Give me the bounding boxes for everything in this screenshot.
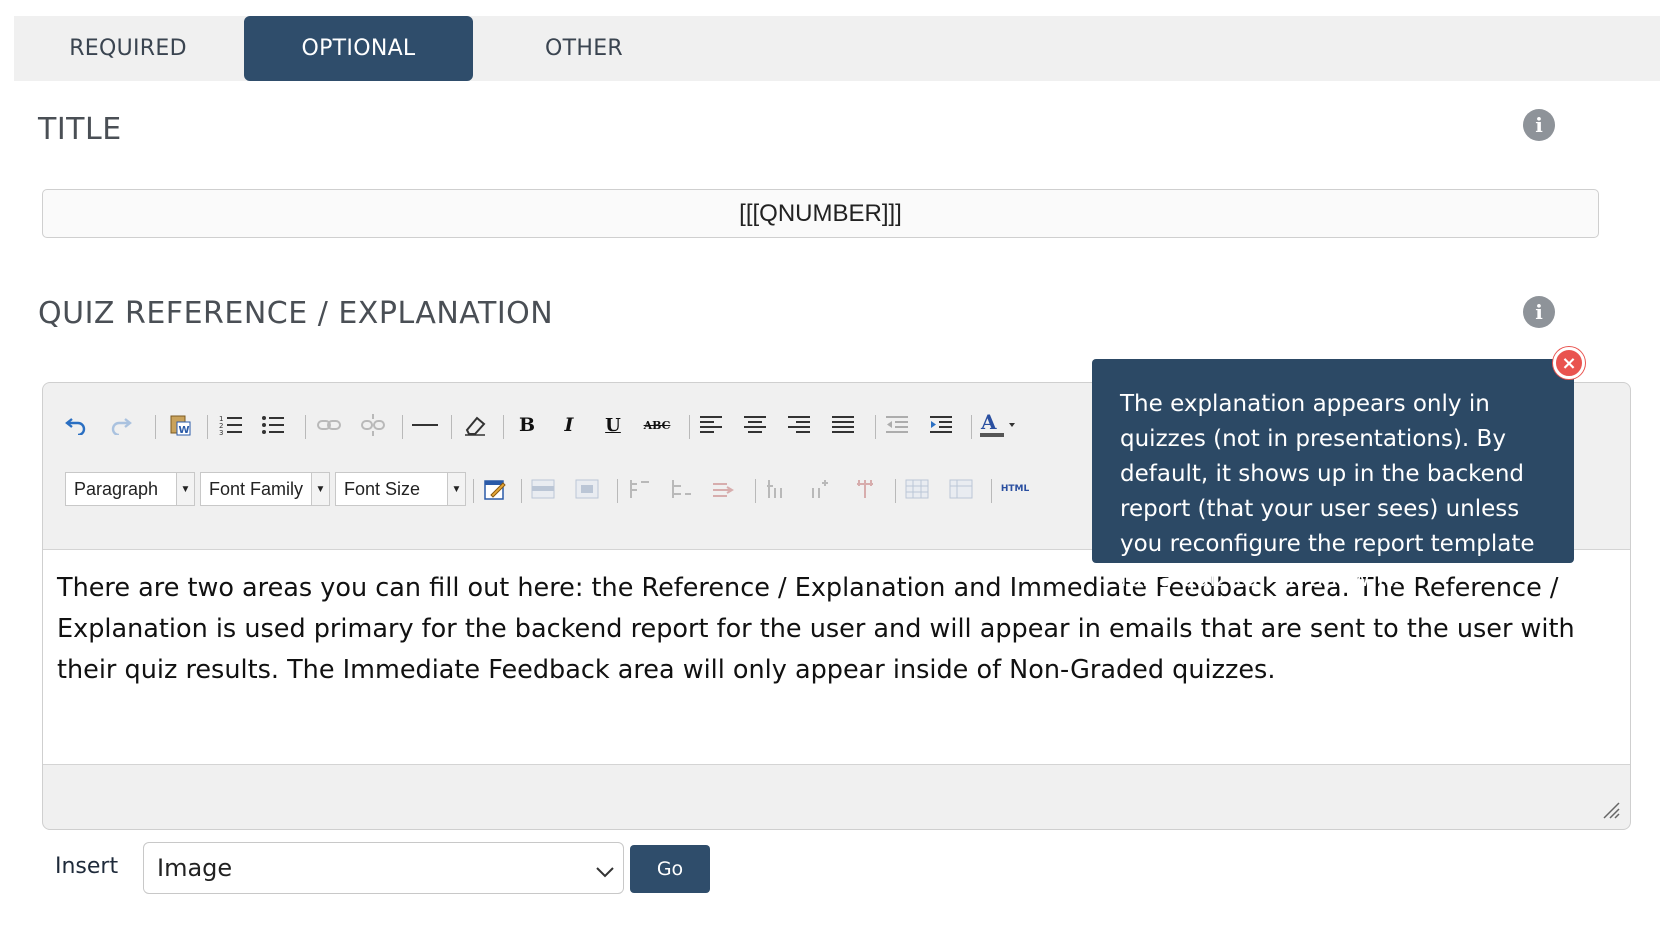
svg-text:W: W [179, 425, 190, 436]
insert-label: Insert [55, 854, 119, 879]
align-center-icon[interactable] [739, 409, 771, 441]
edit-icon[interactable] [479, 473, 511, 505]
tab-required[interactable]: REQUIRED [14, 16, 242, 81]
horizontal-rule-icon[interactable] [409, 409, 441, 441]
justify-icon[interactable] [827, 409, 859, 441]
go-button[interactable]: Go [630, 845, 710, 893]
tab-optional[interactable]: OPTIONAL [244, 16, 473, 81]
tab-other[interactable]: OTHER [484, 16, 684, 81]
table-props-icon[interactable] [945, 473, 977, 505]
col-after-icon[interactable] [665, 473, 697, 505]
undo-icon[interactable] [60, 409, 92, 441]
outdent-icon[interactable] [881, 409, 913, 441]
unlink-icon[interactable] [357, 409, 389, 441]
split-icon[interactable] [707, 473, 739, 505]
align-right-icon[interactable] [783, 409, 815, 441]
explanation-heading: QUIZ REFERENCE / EXPLANATION [38, 296, 554, 331]
underline-icon[interactable]: U [597, 409, 629, 441]
merge-icon[interactable] [761, 473, 793, 505]
title-input-value: [[[QNUMBER]]] [739, 199, 902, 227]
explanation-tooltip: The explanation appears only in quizzes … [1092, 359, 1574, 592]
row-above-icon[interactable] [527, 473, 559, 505]
title-heading: TITLE [38, 112, 122, 147]
row-below-icon[interactable] [571, 473, 603, 505]
title-input[interactable]: [[[QNUMBER]]] [42, 189, 1599, 238]
bullet-list-icon[interactable] [257, 409, 289, 441]
delete-row-icon[interactable] [849, 473, 881, 505]
link-icon[interactable] [313, 409, 345, 441]
insert-select[interactable]: Image [143, 842, 624, 894]
redo-icon[interactable] [105, 409, 137, 441]
numbered-list-icon[interactable]: 123 [215, 409, 247, 441]
bold-icon[interactable]: B [511, 409, 543, 441]
strikethrough-icon[interactable]: ABC [641, 409, 673, 441]
indent-icon[interactable] [925, 409, 957, 441]
html-icon[interactable]: HTML [997, 473, 1033, 505]
insert-select-value: Image [157, 854, 233, 882]
insert-row-icon[interactable] [805, 473, 837, 505]
chevron-down-icon [595, 857, 615, 885]
table-icon[interactable] [901, 473, 933, 505]
tooltip-text: The explanation appears only in quizzes … [1120, 391, 1535, 592]
tab-bar: REQUIRED OPTIONAL OTHER [14, 16, 1660, 81]
align-left-icon[interactable] [695, 409, 727, 441]
close-icon[interactable]: × [1553, 347, 1585, 379]
svg-text:3: 3 [219, 429, 223, 436]
info-icon[interactable]: i [1523, 109, 1555, 141]
eraser-icon[interactable] [459, 409, 491, 441]
resize-handle-icon[interactable] [1602, 801, 1620, 819]
html-label: HTML [1000, 484, 1030, 494]
italic-icon[interactable]: I [553, 409, 585, 441]
col-before-icon[interactable] [623, 473, 655, 505]
paste-word-icon[interactable]: W [164, 409, 196, 441]
info-icon[interactable]: i [1523, 296, 1555, 328]
svg-text:A: A [980, 411, 997, 434]
font-color-icon[interactable]: A [978, 409, 1020, 441]
